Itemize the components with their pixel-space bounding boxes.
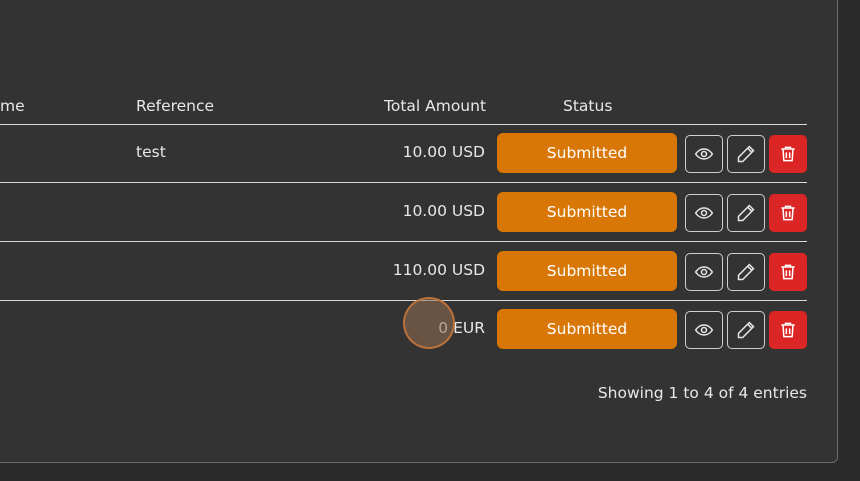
row-divider — [0, 300, 807, 301]
header-divider — [0, 124, 807, 125]
view-button[interactable] — [685, 194, 723, 232]
status-badge: Submitted — [497, 309, 677, 349]
delete-button[interactable] — [769, 194, 807, 232]
col-header-status[interactable]: Status — [563, 97, 612, 115]
delete-button[interactable] — [769, 253, 807, 291]
edit-button[interactable] — [727, 311, 765, 349]
pencil-icon — [737, 145, 755, 163]
row-divider — [0, 182, 807, 183]
trash-icon — [781, 264, 795, 280]
row-reference: test — [136, 143, 166, 161]
edit-button[interactable] — [727, 135, 765, 173]
pencil-icon — [737, 204, 755, 222]
col-header-name[interactable]: me — [0, 97, 25, 115]
edit-button[interactable] — [727, 194, 765, 232]
pencil-icon — [737, 321, 755, 339]
row-divider — [0, 241, 807, 242]
table-info-summary: Showing 1 to 4 of 4 entries — [597, 384, 807, 402]
edit-button[interactable] — [727, 253, 765, 291]
cursor-indicator — [403, 297, 455, 349]
trash-icon — [781, 146, 795, 162]
status-badge: Submitted — [497, 133, 677, 173]
col-header-total-amount[interactable]: Total Amount — [384, 97, 486, 115]
eye-icon — [694, 148, 714, 160]
delete-button[interactable] — [769, 311, 807, 349]
view-button[interactable] — [685, 253, 723, 291]
view-button[interactable] — [685, 135, 723, 173]
delete-button[interactable] — [769, 135, 807, 173]
trash-icon — [781, 205, 795, 221]
eye-icon — [694, 324, 714, 336]
eye-icon — [694, 266, 714, 278]
view-button[interactable] — [685, 311, 723, 349]
row-amount: 110.00 USD — [392, 261, 485, 279]
row-amount: 10.00 USD — [402, 143, 485, 161]
col-header-reference[interactable]: Reference — [136, 97, 214, 115]
status-badge: Submitted — [497, 251, 677, 291]
row-amount: 10.00 USD — [402, 202, 485, 220]
eye-icon — [694, 207, 714, 219]
pencil-icon — [737, 263, 755, 281]
trash-icon — [781, 322, 795, 338]
status-badge: Submitted — [497, 192, 677, 232]
